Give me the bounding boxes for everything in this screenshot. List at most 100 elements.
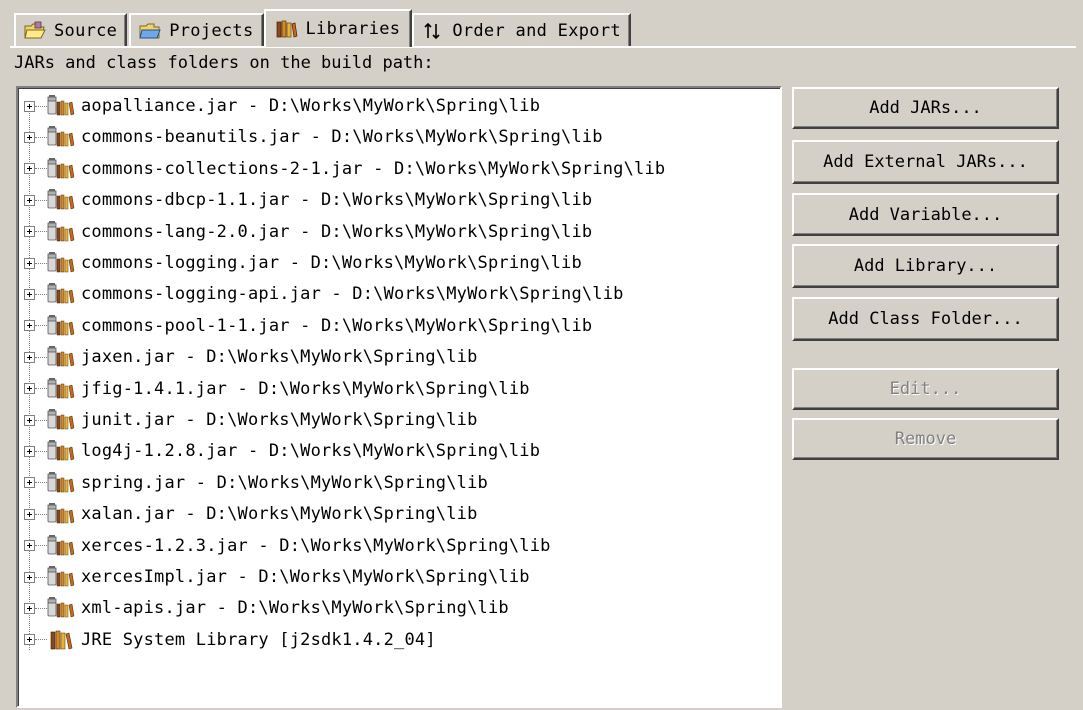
expand-plus-icon[interactable] — [24, 131, 35, 143]
build-path-heading: JARs and class folders on the build path… — [14, 53, 434, 73]
tree-row-label: JRE System Library [j2sdk1.4.2_04] — [81, 629, 436, 650]
tree-row[interactable]: commons-collections-2-1.jar - D:\Works\M… — [24, 153, 665, 185]
tree-row[interactable]: xercesImpl.jar - D:\Works\MyWork\Spring\… — [24, 561, 530, 593]
tab-label: Projects — [169, 21, 254, 41]
expand-plus-icon[interactable] — [24, 540, 35, 552]
tree-row-label: commons-logging.jar - D:\Works\MyWork\Sp… — [81, 253, 582, 273]
order-arrows-icon — [424, 22, 440, 40]
tab-projects[interactable]: Projects — [129, 13, 264, 47]
tab-source[interactable]: Source — [14, 13, 128, 47]
tree-row-label: xml-apis.jar - D:\Works\MyWork\Spring\li… — [81, 598, 509, 619]
expand-plus-icon[interactable] — [24, 351, 35, 363]
expand-plus-icon[interactable] — [24, 288, 35, 300]
tree-row-label: commons-pool-1-1.jar - D:\Works\MyWork\S… — [81, 315, 593, 336]
jar-icon — [47, 439, 75, 463]
tree-connector — [35, 513, 47, 515]
libraries-icon — [276, 20, 297, 38]
jar-icon — [47, 282, 75, 306]
jar-icon — [47, 534, 75, 558]
tree-row[interactable]: xerces-1.2.3.jar - D:\Works\MyWork\Sprin… — [24, 530, 551, 562]
projects-folder-icon — [139, 23, 161, 39]
jar-icon — [47, 314, 75, 338]
tree-connector — [35, 262, 47, 264]
tree-row[interactable]: xml-apis.jar - D:\Works\MyWork\Spring\li… — [24, 592, 509, 624]
tree-connector — [35, 576, 47, 578]
source-folder-icon — [24, 21, 46, 39]
add-external-jars-button[interactable]: Add External JARs... — [792, 140, 1059, 184]
tree-row[interactable]: commons-pool-1-1.jar - D:\Works\MyWork\S… — [24, 310, 592, 342]
expand-plus-icon[interactable] — [24, 194, 35, 206]
tree-connector — [35, 325, 47, 327]
add-class-folder-button[interactable]: Add Class Folder... — [792, 297, 1059, 341]
tree-connector — [35, 356, 47, 358]
libraries-tree[interactable]: aopalliance.jar - D:\Works\MyWork\Spring… — [16, 86, 782, 708]
expand-plus-icon[interactable] — [24, 445, 35, 457]
tree-row-label: commons-lang-2.0.jar - D:\Works\MyWork\S… — [81, 221, 593, 242]
tree-connector — [35, 639, 47, 641]
jar-icon — [47, 125, 75, 149]
tab-label: Source — [54, 21, 118, 41]
tree-connector — [35, 419, 47, 421]
jar-icon — [47, 596, 75, 620]
tree-row[interactable]: commons-lang-2.0.jar - D:\Works\MyWork\S… — [24, 216, 592, 248]
jar-icon — [47, 502, 75, 526]
tree-connector — [35, 168, 47, 170]
tree-row-label: commons-collections-2-1.jar - D:\Works\M… — [81, 158, 666, 179]
tree-connector — [35, 199, 47, 201]
tree-row[interactable]: commons-logging.jar - D:\Works\MyWork\Sp… — [24, 247, 582, 279]
tree-row-label: xerces-1.2.3.jar - D:\Works\MyWork\Sprin… — [81, 535, 551, 556]
add-variable-button[interactable]: Add Variable... — [792, 193, 1059, 236]
jar-icon — [47, 220, 75, 244]
expand-plus-icon[interactable] — [24, 226, 35, 238]
tree-connector — [35, 136, 47, 138]
library-books-icon — [47, 628, 75, 652]
jar-icon — [47, 377, 75, 401]
tree-connector — [35, 105, 47, 107]
tab-panel-border — [10, 46, 1076, 48]
tree-row[interactable]: jfig-1.4.1.jar - D:\Works\MyWork\Spring\… — [24, 373, 530, 405]
expand-plus-icon[interactable] — [24, 414, 35, 426]
add-jars-button[interactable]: Add JARs... — [792, 87, 1059, 129]
edit-button[interactable]: Edit... — [792, 368, 1059, 410]
remove-button[interactable]: Remove — [792, 418, 1059, 460]
add-library-button[interactable]: Add Library... — [792, 244, 1059, 288]
tree-row[interactable]: log4j-1.2.8.jar - D:\Works\MyWork\Spring… — [24, 435, 540, 467]
tree-connector — [35, 293, 47, 295]
expand-plus-icon[interactable] — [24, 320, 35, 332]
tree-row-label: log4j-1.2.8.jar - D:\Works\MyWork\Spring… — [81, 441, 541, 462]
expand-plus-icon[interactable] — [24, 634, 35, 646]
tree-connector — [35, 545, 47, 547]
expand-plus-icon[interactable] — [24, 383, 35, 395]
tree-row[interactable]: xalan.jar - D:\Works\MyWork\Spring\lib — [24, 498, 478, 530]
tree-row[interactable]: junit.jar - D:\Works\MyWork\Spring\lib — [24, 404, 478, 436]
tab-order-export[interactable]: Order and Export — [412, 13, 631, 47]
tree-row-label: commons-logging-api.jar - D:\Works\MyWor… — [81, 284, 624, 305]
tree-connector — [35, 482, 47, 484]
jar-icon — [47, 251, 75, 275]
tree-row[interactable]: aopalliance.jar - D:\Works\MyWork\Spring… — [24, 90, 540, 122]
tree-connector — [35, 450, 47, 452]
tree-row[interactable]: commons-logging-api.jar - D:\Works\MyWor… — [24, 278, 624, 310]
expand-plus-icon[interactable] — [24, 100, 35, 112]
tree-row[interactable]: jaxen.jar - D:\Works\MyWork\Spring\lib — [24, 341, 478, 373]
tree-row[interactable]: spring.jar - D:\Works\MyWork\Spring\lib — [24, 467, 488, 499]
expand-plus-icon[interactable] — [24, 602, 35, 614]
tree-connector — [35, 607, 47, 609]
expand-plus-icon[interactable] — [24, 163, 35, 175]
tree-row[interactable]: commons-dbcp-1.1.jar - D:\Works\MyWork\S… — [24, 184, 592, 216]
tree-row[interactable]: commons-beanutils.jar - D:\Works\MyWork\… — [24, 121, 603, 153]
tree-row-label: xercesImpl.jar - D:\Works\MyWork\Spring\… — [81, 567, 530, 587]
tree-row-label: junit.jar - D:\Works\MyWork\Spring\lib — [81, 410, 478, 430]
tab-label: Libraries — [305, 19, 401, 39]
expand-plus-icon[interactable] — [24, 571, 35, 583]
jar-icon — [47, 345, 75, 369]
tree-row-label: spring.jar - D:\Works\MyWork\Spring\lib — [81, 472, 488, 493]
tab-libraries[interactable]: Libraries — [263, 9, 413, 47]
tree-row[interactable]: JRE System Library [j2sdk1.4.2_04] — [24, 624, 436, 656]
expand-plus-icon[interactable] — [24, 477, 35, 489]
tree-connector — [35, 388, 47, 390]
tree-row-label: aopalliance.jar - D:\Works\MyWork\Spring… — [81, 96, 541, 116]
expand-plus-icon[interactable] — [24, 257, 35, 269]
tree-row-label: jaxen.jar - D:\Works\MyWork\Spring\lib — [81, 347, 478, 368]
expand-plus-icon[interactable] — [24, 508, 35, 520]
